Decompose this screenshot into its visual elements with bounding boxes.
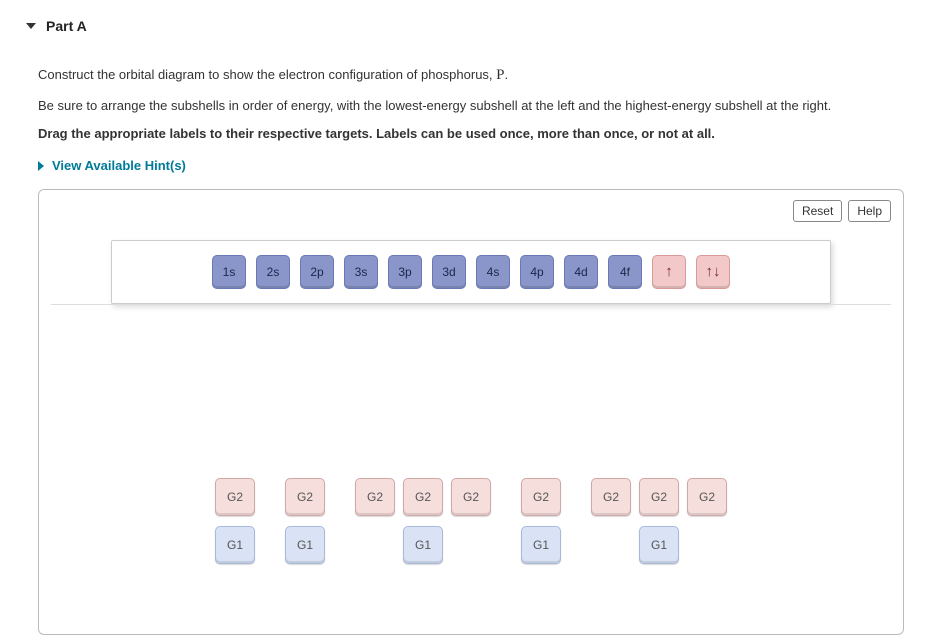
drop-slot-g1[interactable]: G1 xyxy=(403,526,443,564)
slot-group-bottom: G1 xyxy=(639,526,679,564)
drop-slot-g2[interactable]: G2 xyxy=(639,478,679,516)
slot-group-top: G2 xyxy=(285,478,325,516)
drop-slot-g1[interactable]: G1 xyxy=(521,526,561,564)
palette-arrow-updown[interactable]: ↑↓ xyxy=(696,255,730,289)
palette-subshell-4p[interactable]: 4p xyxy=(520,255,554,289)
slot-group-4: G2G2G2G1 xyxy=(591,478,727,564)
slot-group-bottom: G1 xyxy=(521,526,561,564)
drop-slot-g2[interactable]: G2 xyxy=(403,478,443,516)
palette-subshell-3s[interactable]: 3s xyxy=(344,255,378,289)
slot-group-3: G2G1 xyxy=(521,478,561,564)
drop-workspace[interactable]: G2G1G2G1G2G2G2G1G2G1G2G2G2G1 xyxy=(51,304,891,634)
palette-subshell-4d[interactable]: 4d xyxy=(564,255,598,289)
drop-slot-g1[interactable]: G1 xyxy=(285,526,325,564)
palette-subshell-3d[interactable]: 3d xyxy=(432,255,466,289)
drop-slot-g2[interactable]: G2 xyxy=(521,478,561,516)
part-header[interactable]: Part A xyxy=(20,10,922,51)
palette-subshell-1s[interactable]: 1s xyxy=(212,255,246,289)
slot-group-2: G2G2G2G1 xyxy=(355,478,491,564)
slot-group-bottom: G1 xyxy=(215,526,255,564)
activity-canvas: Reset Help 1s2s2p3s3p3d4s4p4d4f↑↑↓ G2G1G… xyxy=(38,189,904,635)
palette-arrow-up[interactable]: ↑ xyxy=(652,255,686,289)
palette-subshell-3p[interactable]: 3p xyxy=(388,255,422,289)
chevron-down-icon xyxy=(26,23,36,29)
drop-slot-g2[interactable]: G2 xyxy=(355,478,395,516)
drop-slot-g1[interactable]: G1 xyxy=(639,526,679,564)
slot-group-0: G2G1 xyxy=(215,478,255,564)
drop-slot-g2[interactable]: G2 xyxy=(591,478,631,516)
drop-slot-g2[interactable]: G2 xyxy=(687,478,727,516)
hints-label: View Available Hint(s) xyxy=(52,155,186,177)
slot-group-top: G2 xyxy=(521,478,561,516)
drop-slot-g2[interactable]: G2 xyxy=(285,478,325,516)
help-button[interactable]: Help xyxy=(848,200,891,222)
instr-text: . xyxy=(505,67,509,82)
drop-groups: G2G1G2G1G2G2G2G1G2G1G2G2G2G1 xyxy=(51,478,891,564)
drop-slot-g2[interactable]: G2 xyxy=(215,478,255,516)
instruction-line-2: Be sure to arrange the subshells in orde… xyxy=(38,95,904,117)
part-title: Part A xyxy=(46,18,87,34)
instr-text: Construct the orbital diagram to show th… xyxy=(38,67,496,82)
palette-subshell-2p[interactable]: 2p xyxy=(300,255,334,289)
slot-group-bottom: G1 xyxy=(403,526,443,564)
instruction-line-1: Construct the orbital diagram to show th… xyxy=(38,63,904,89)
palette-subshell-2s[interactable]: 2s xyxy=(256,255,290,289)
slot-group-1: G2G1 xyxy=(285,478,325,564)
palette-subshell-4f[interactable]: 4f xyxy=(608,255,642,289)
instructions: Construct the orbital diagram to show th… xyxy=(20,51,922,177)
chevron-right-icon xyxy=(38,161,44,171)
palette-row: 1s 2s 2p 3s 3p 3d 4s 4p 4d 4f ↑ ↑↓ xyxy=(122,255,820,289)
instruction-line-3: Drag the appropriate labels to their res… xyxy=(38,123,904,145)
canvas-toolbar: Reset Help xyxy=(51,200,891,222)
element-symbol: P xyxy=(496,67,504,83)
slot-group-top: G2G2G2 xyxy=(591,478,727,516)
drop-slot-g2[interactable]: G2 xyxy=(451,478,491,516)
slot-group-top: G2G2G2 xyxy=(355,478,491,516)
slot-group-bottom: G1 xyxy=(285,526,325,564)
drop-slot-g1[interactable]: G1 xyxy=(215,526,255,564)
reset-button[interactable]: Reset xyxy=(793,200,842,222)
slot-group-top: G2 xyxy=(215,478,255,516)
palette-subshell-4s[interactable]: 4s xyxy=(476,255,510,289)
view-hints-toggle[interactable]: View Available Hint(s) xyxy=(38,155,904,177)
label-palette: 1s 2s 2p 3s 3p 3d 4s 4p 4d 4f ↑ ↑↓ xyxy=(111,240,831,304)
